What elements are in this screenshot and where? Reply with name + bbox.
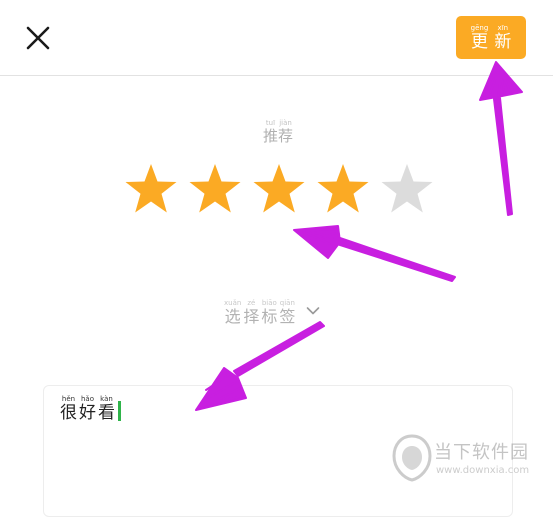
arrow-to-update-button xyxy=(479,61,523,216)
rating-label-char-2: jiàn 荐 xyxy=(278,119,294,145)
rating-label-char-1: tuī 推 xyxy=(262,119,278,145)
watermark-brand: 当下软件园 xyxy=(434,442,529,463)
star-icon xyxy=(125,164,177,213)
update-char-2: xīn 新 xyxy=(494,23,512,52)
star-rating xyxy=(124,163,434,217)
review-text: hěn 很 hǎo 好 kàn 看 xyxy=(60,396,121,422)
watermark-url: www.downxia.com xyxy=(436,465,530,476)
review-char-2: hǎo 好 xyxy=(79,395,96,423)
star-icon xyxy=(253,164,305,213)
star-3[interactable] xyxy=(252,163,306,215)
update-char-1: gēng 更 xyxy=(470,23,489,52)
rating-label: tuī 推 jiàn 荐 xyxy=(238,120,318,144)
header-divider xyxy=(0,75,553,76)
star-icon xyxy=(381,164,433,213)
star-5[interactable] xyxy=(380,163,434,215)
update-button[interactable]: gēng 更 xīn 新 xyxy=(456,16,526,59)
tags-label-char-4: qiān 签 xyxy=(279,299,296,326)
review-char-3: kàn 看 xyxy=(98,395,115,423)
arrow-to-stars xyxy=(293,225,456,282)
review-char-1: hěn 很 xyxy=(60,395,77,423)
star-4[interactable] xyxy=(316,163,370,215)
tags-label-char-3: biāo 标 xyxy=(261,299,278,326)
chevron-down-icon xyxy=(307,307,320,315)
star-2[interactable] xyxy=(188,163,242,215)
top-bar: gēng 更 xīn 新 xyxy=(0,0,553,76)
text-caret xyxy=(118,401,121,421)
star-icon xyxy=(189,164,241,213)
star-icon xyxy=(317,164,369,213)
update-button-label: gēng 更 xīn 新 xyxy=(468,23,515,52)
watermark: 当下软件园 www.downxia.com xyxy=(392,432,542,488)
close-icon xyxy=(26,26,50,50)
tags-label-char-1: xuǎn 选 xyxy=(224,299,242,326)
watermark-logo-icon xyxy=(392,434,432,482)
tags-label-char-2: zé 择 xyxy=(243,299,260,326)
select-tags-dropdown[interactable]: xuǎn 选 zé 择 biāo 标 qiān 签 xyxy=(224,291,320,325)
close-button[interactable] xyxy=(22,22,54,54)
star-1[interactable] xyxy=(124,163,178,215)
